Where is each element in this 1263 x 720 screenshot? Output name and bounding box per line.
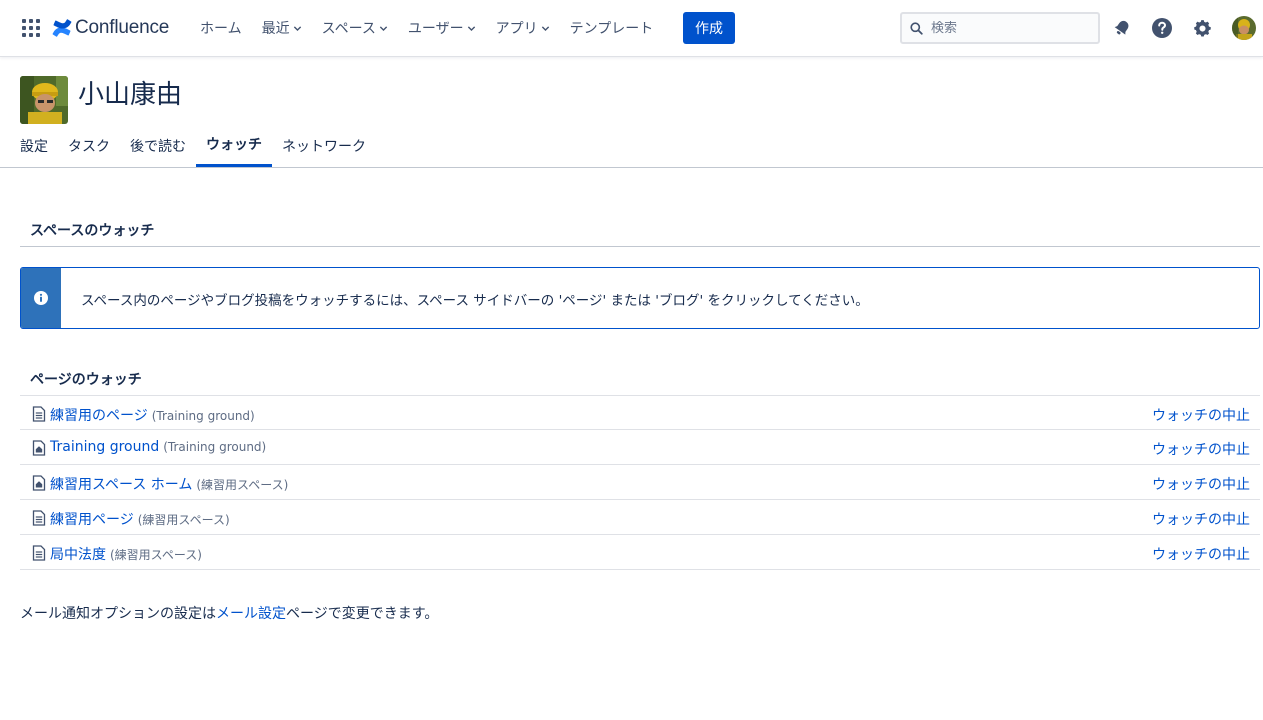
watch-row: 局中法度 (練習用スペース) ウォッチの中止 [20,535,1260,570]
stop-watching-link[interactable]: ウォッチの中止 [1152,509,1250,529]
top-navigation: Confluence ホーム 最近 スペース ユーザー アプリ テンプレート 作成 [0,0,1263,56]
nav-item-label: アプリ [495,21,538,37]
stop-watching-link[interactable]: ウォッチの中止 [1152,439,1250,459]
primary-nav: ホーム 最近 スペース ユーザー アプリ テンプレート [190,0,663,56]
nav-item-label: テンプレート [569,21,654,37]
page-watch-list: 練習用のページ (Training ground) ウォッチの中止 Training … [20,395,1260,570]
chevron-down-icon [379,25,388,31]
watched-page-space: (Training ground) [163,440,267,454]
notifications-button[interactable] [1110,16,1134,40]
info-message: スペース内のページやブログ投稿をウォッチするには、スペース サイドバーの 'ペー… [20,267,1260,329]
create-button[interactable]: 作成 [683,12,735,44]
email-settings-note: メール通知オプションの設定はメール設定ページで変更できます。 [20,603,438,623]
nav-item-label: スペース [321,21,376,37]
watched-page-link[interactable]: Training ground (Training ground) [50,439,266,455]
watched-page-space: (練習用スペース) [137,513,230,527]
tab-network[interactable]: ネットワーク [281,124,367,167]
footer-suffix: ページで変更できます。 [286,606,439,622]
home-page-icon [32,475,46,491]
confluence-logo-icon [52,19,72,37]
stop-watching-link[interactable]: ウォッチの中止 [1152,544,1250,564]
chevron-down-icon [467,25,475,31]
search-input[interactable] [931,20,1081,36]
help-icon [1152,18,1172,38]
avatar-image [1232,16,1256,40]
help-button[interactable] [1150,16,1174,40]
nav-item-label: ユーザー [407,21,464,37]
user-avatar[interactable] [1232,16,1256,40]
page-icon [32,545,46,561]
watched-page-link[interactable]: 練習用のページ (Training ground) [50,405,255,425]
info-text: スペース内のページやブログ投稿をウォッチするには、スペース サイドバーの 'ペー… [81,293,869,309]
bell-icon [1114,20,1129,35]
nav-item-4[interactable]: アプリ [486,0,560,56]
app-switcher-icon[interactable] [22,19,40,37]
chevron-down-icon [541,25,549,31]
chevron-down-icon [293,25,301,31]
profile-name: 小山康由 [78,80,183,110]
tab-tasks[interactable]: タスク [67,124,111,167]
watched-page-title: 局中法度 [50,547,106,563]
nav-item-label: 最近 [261,21,290,37]
nav-item-1[interactable]: 最近 [252,0,312,56]
stop-watching-link[interactable]: ウォッチの中止 [1152,474,1250,494]
settings-button[interactable] [1190,16,1214,40]
tab-read-later[interactable]: 後で読む [129,124,187,167]
watched-page-title: 練習用スペース ホーム [50,477,193,493]
nav-item-5[interactable]: テンプレート [560,0,664,56]
watched-page-title: 練習用のページ [50,408,148,424]
gear-icon [1193,19,1211,37]
watch-row: Training ground (Training ground) ウォッチの中止 [20,430,1260,465]
watched-page-link[interactable]: 練習用ページ (練習用スペース) [50,509,230,529]
watched-page-space: (練習用スペース) [110,548,202,562]
tab-watch[interactable]: ウォッチ [196,124,272,167]
home-page-icon [32,440,46,456]
footer-prefix: メール通知オプションの設定は [20,606,216,622]
watch-row: 練習用スペース ホーム (練習用スペース) ウォッチの中止 [20,465,1260,500]
nav-item-2[interactable]: スペース [312,0,398,56]
info-icon [34,291,48,305]
confluence-logo[interactable]: Confluence [52,14,169,42]
tab-settings[interactable]: 設定 [20,124,48,167]
app-name: Confluence [75,17,170,38]
nav-item-label: ホーム [200,21,242,37]
search-box[interactable] [900,12,1100,44]
profile-image [20,76,68,124]
stop-watching-link[interactable]: ウォッチの中止 [1152,405,1250,425]
profile-picture [20,76,68,124]
email-settings-link[interactable]: メール設定 [216,606,286,622]
search-icon [910,21,923,35]
nav-item-0[interactable]: ホーム [190,0,252,56]
page-icon [32,406,46,422]
watched-page-space: (練習用スペース) [196,478,289,492]
watch-row: 練習用のページ (Training ground) ウォッチの中止 [20,395,1260,430]
watched-page-space: (Training ground) [151,409,255,423]
page-icon [32,510,46,526]
nav-item-3[interactable]: ユーザー [398,0,486,56]
watched-page-title: Training ground [50,439,160,455]
watched-page-link[interactable]: 練習用スペース ホーム (練習用スペース) [50,474,288,494]
watch-row: 練習用ページ (練習用スペース) ウォッチの中止 [20,500,1260,535]
watched-page-title: 練習用ページ [50,512,134,528]
info-bar [21,268,61,328]
page-watch-heading: ページのウォッチ [20,369,1260,396]
watched-page-link[interactable]: 局中法度 (練習用スペース) [50,544,202,564]
profile-tabs: 設定 タスク 後で読む ウォッチ ネットワーク [0,124,1263,168]
space-watch-heading: スペースのウォッチ [20,220,1260,247]
